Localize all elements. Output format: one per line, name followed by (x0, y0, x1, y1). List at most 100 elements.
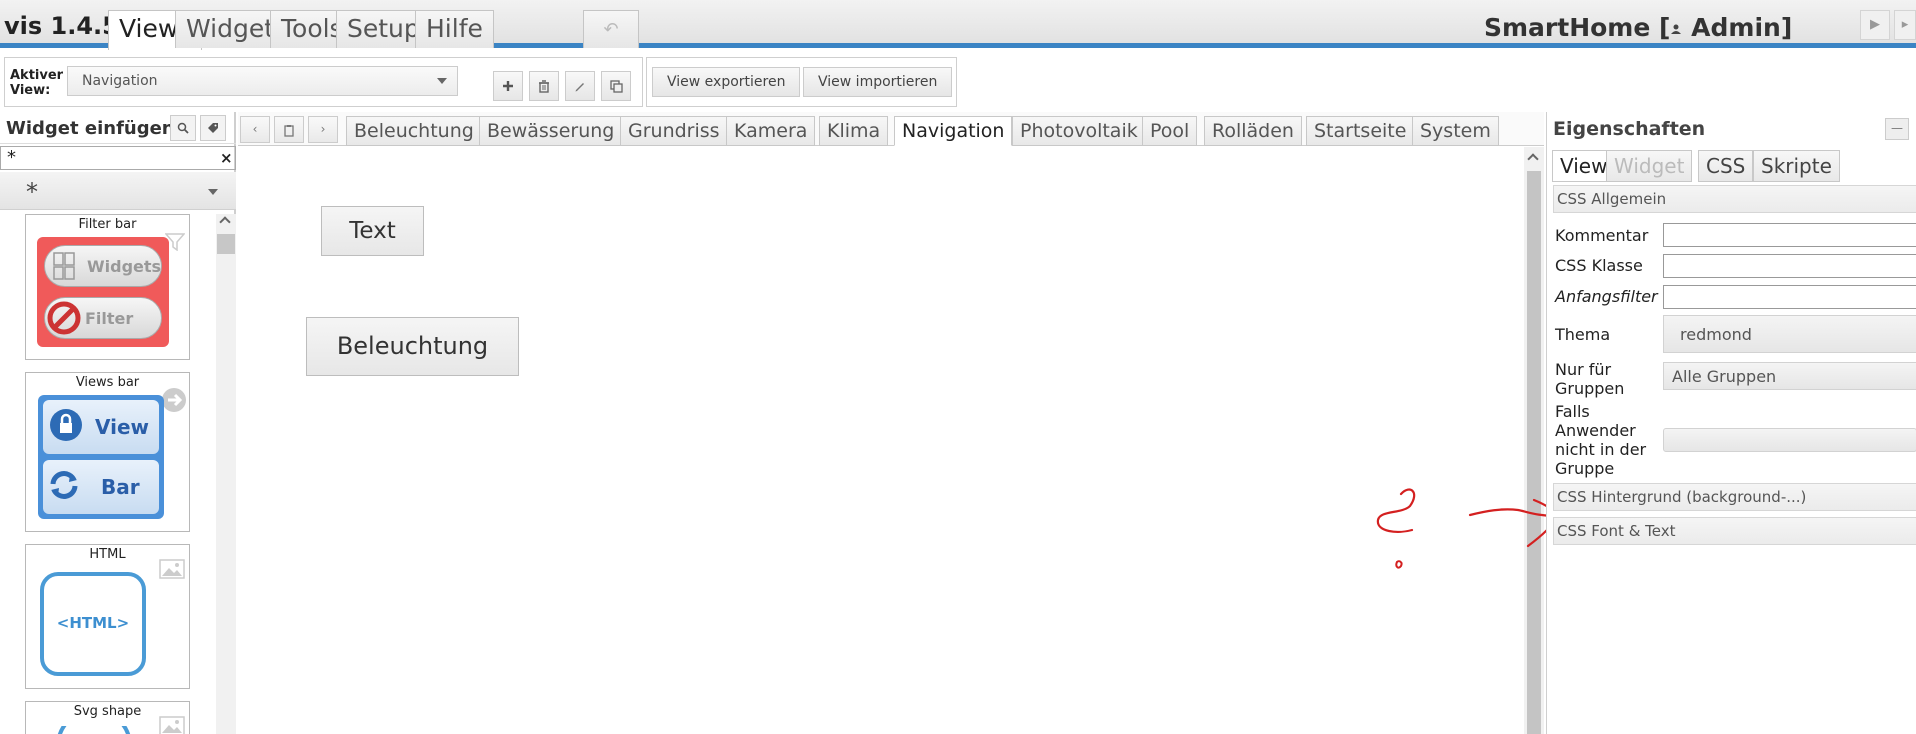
preview-bar-label: Bar (101, 475, 140, 499)
palette-search-button[interactable] (170, 115, 196, 141)
palette-tag-button[interactable] (200, 115, 226, 141)
view-tab-startseite[interactable]: Startseite (1306, 116, 1415, 146)
palette-scrollbar[interactable] (216, 214, 236, 734)
undo-icon: ↶ (603, 19, 619, 40)
props-tab-skripte[interactable]: Skripte (1753, 150, 1840, 182)
view-tab-photovoltaik[interactable]: Photovoltaik (1012, 116, 1146, 146)
user-icon (1671, 24, 1682, 34)
views-bar-preview: View Bar (38, 395, 164, 519)
css-class-input[interactable] (1663, 254, 1916, 278)
vis-editor: vis 1.4.5 Views Widgets Tools Setup Hilf… (0, 0, 1916, 734)
chevron-down-icon (208, 189, 218, 195)
annotation-drawing (1376, 488, 1560, 569)
section-css-font-text[interactable]: CSS Font & Text (1553, 517, 1916, 545)
palette-item-filter-bar[interactable]: Filter bar Widgets Filter (25, 214, 190, 360)
view-toolbar: Aktiver View: Navigation View exportiere… (0, 53, 1916, 109)
copy-view-button[interactable] (601, 71, 631, 101)
filter-input[interactable] (1663, 285, 1916, 309)
trash-icon (539, 80, 549, 93)
preview-widgets-button: Widgets (44, 245, 162, 287)
comment-input[interactable] (1663, 223, 1916, 247)
prev-view-button[interactable]: ‹ (240, 116, 270, 143)
palette-item-html[interactable]: HTML <HTML> (25, 544, 190, 689)
not-in-group-label: Falls Anwender nicht in der Gruppe (1555, 402, 1647, 478)
palette-list: Filter bar Widgets Filter Views bar View… (0, 214, 216, 734)
canvas-scrollbar[interactable] (1524, 147, 1544, 734)
chevron-left-icon: ‹ (252, 122, 258, 136)
properties-panel: Eigenschaften — View Widget CSS Skripte … (1546, 112, 1916, 734)
add-view-button[interactable] (493, 71, 523, 101)
not-in-group-select[interactable] (1663, 428, 1916, 452)
chevron-up-icon (219, 216, 231, 228)
palette-header: Widget einfügen (0, 112, 236, 144)
scroll-thumb[interactable] (217, 234, 235, 254)
filter-bar-preview: Widgets Filter (37, 237, 169, 347)
theme-select[interactable]: redmond (1663, 315, 1916, 353)
html-preview: <HTML> (40, 572, 146, 676)
palette-filter-input[interactable]: * (0, 146, 236, 170)
view-tab-beleuchtung[interactable]: Beleuchtung (346, 116, 482, 146)
view-tab-klima[interactable]: Klima (819, 116, 889, 146)
view-tab-navigation[interactable]: Navigation (894, 116, 1013, 146)
arrow-right-circle-icon (162, 388, 186, 412)
view-tab-bewaesserung[interactable]: Bewässerung (479, 116, 623, 146)
export-view-button[interactable]: View exportieren (652, 67, 801, 97)
active-view-label: Aktiver View: (10, 68, 64, 98)
view-canvas[interactable]: Text Beleuchtung (238, 147, 1524, 734)
preview-html-label: <HTML> (56, 614, 130, 632)
palette-group-select[interactable]: * (0, 172, 236, 210)
canvas-widget-text[interactable]: Text (321, 206, 424, 256)
section-css-allgemein[interactable]: CSS Allgemein (1553, 185, 1916, 213)
brand-user: Admin] (1691, 13, 1793, 42)
delete-view-button[interactable] (529, 71, 559, 101)
palette-item-views-bar[interactable]: Views bar View Bar (25, 372, 190, 532)
clipboard-icon (284, 125, 294, 137)
preview-filter-label: Filter (85, 309, 134, 328)
image-icon (159, 559, 185, 579)
active-view-select[interactable]: Navigation (67, 66, 458, 96)
palette-title: Widget einfügen (6, 118, 175, 139)
undo-button[interactable]: ↶ (583, 10, 639, 48)
comment-label: Kommentar (1555, 226, 1649, 245)
more-button[interactable]: ▸ (1894, 10, 1916, 40)
import-view-button[interactable]: View importieren (803, 67, 953, 97)
next-view-button[interactable]: › (308, 116, 338, 143)
view-tab-grundriss[interactable]: Grundriss (620, 116, 728, 146)
props-tab-css[interactable]: CSS (1698, 150, 1754, 182)
active-view-value: Navigation (82, 73, 158, 89)
canvas-widget-beleuchtung[interactable]: Beleuchtung (306, 317, 519, 376)
clipboard-button[interactable] (274, 116, 304, 143)
plus-icon (503, 81, 513, 91)
view-tab-system[interactable]: System (1412, 116, 1499, 146)
chevron-up-icon (1527, 153, 1539, 165)
close-icon[interactable]: × (220, 149, 233, 167)
pencil-icon (575, 83, 584, 92)
brand-prefix: SmartHome [ (1484, 13, 1671, 42)
grid-icon (53, 252, 75, 280)
widget-palette: Widget einfügen * × * Filter bar Widgets… (0, 112, 236, 734)
menu-tab-hilfe[interactable]: Hilfe (415, 10, 494, 48)
tag-icon (208, 123, 218, 133)
rename-view-button[interactable] (565, 71, 595, 101)
palette-item-svg-shape[interactable]: Svg shape (25, 701, 190, 734)
export-import-group: View exportieren View importieren (646, 57, 957, 107)
view-tab-pool[interactable]: Pool (1142, 116, 1198, 146)
groups-select[interactable]: Alle Gruppen (1663, 362, 1916, 390)
filter-label: Anfangsfilter (1555, 287, 1658, 306)
view-tab-kamera[interactable]: Kamera (726, 116, 816, 146)
brand-title: SmartHome [ Admin] (1484, 13, 1792, 42)
preview-widgets-label: Widgets (87, 257, 162, 276)
view-tab-rollaeden[interactable]: Rolläden (1204, 116, 1302, 146)
preview-bar-button: Bar (43, 460, 159, 514)
play-button[interactable]: ▶ (1860, 10, 1890, 40)
active-view-group: Aktiver View: Navigation (4, 57, 643, 107)
lock-icon (50, 409, 82, 441)
palette-group-value: * (26, 178, 38, 206)
css-class-label: CSS Klasse (1555, 256, 1643, 275)
copy-icon (609, 80, 623, 93)
image-icon (159, 716, 185, 734)
scroll-thumb[interactable] (1527, 171, 1541, 734)
section-css-hintergrund[interactable]: CSS Hintergrund (background-...) (1553, 483, 1916, 511)
search-icon (177, 122, 189, 134)
collapse-button[interactable]: — (1885, 118, 1909, 140)
